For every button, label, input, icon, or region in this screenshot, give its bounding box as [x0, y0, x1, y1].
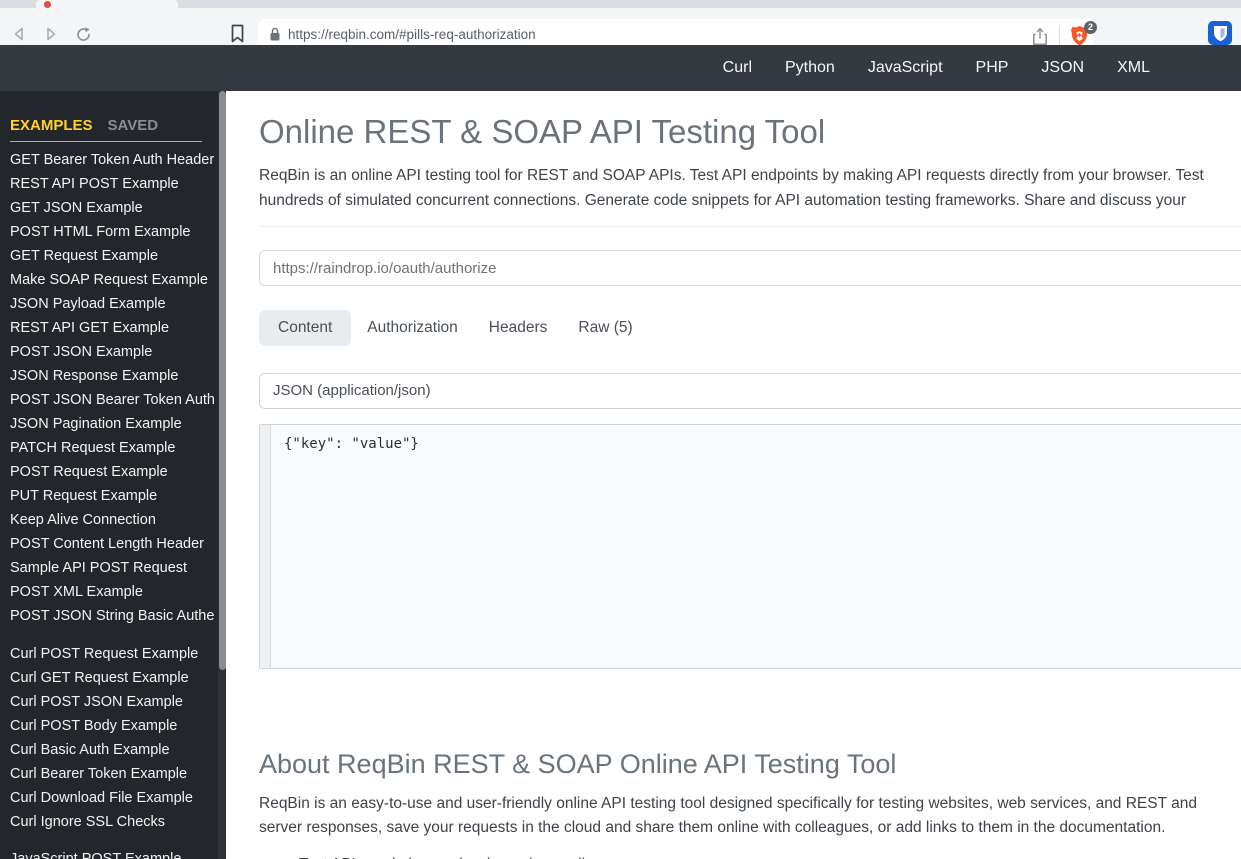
- sidebar-example-link[interactable]: JavaScript POST Example: [10, 847, 215, 859]
- share-icon: [1033, 27, 1047, 45]
- sidebar-example-link[interactable]: Sample API POST Request: [10, 556, 215, 580]
- sidebar-example-link[interactable]: JSON Payload Example: [10, 292, 215, 316]
- nav-link[interactable]: XML: [1117, 59, 1150, 77]
- sidebar-example-link[interactable]: REST API POST Example: [10, 172, 215, 196]
- sidebar-example-link[interactable]: PATCH Request Example: [10, 436, 215, 460]
- sidebar-example-link[interactable]: POST Content Length Header: [10, 532, 215, 556]
- intro-paragraph: ReqBin is an online API testing tool for…: [259, 163, 1241, 213]
- request-url-input[interactable]: [259, 250, 1241, 286]
- nav-link[interactable]: JSON: [1041, 59, 1084, 77]
- about-line: ReqBin is an easy-to-use and user-friend…: [259, 795, 1197, 812]
- forward-icon: [47, 27, 56, 41]
- intro-line: ReqBin is an online API testing tool for…: [259, 167, 1204, 184]
- examples-list-curl: Curl POST Request Example Curl GET Reques…: [10, 642, 215, 834]
- sidebar-example-link[interactable]: Curl POST Request Example: [10, 642, 215, 666]
- sidebar-example-link[interactable]: POST JSON Example: [10, 340, 215, 364]
- sidebar-example-link[interactable]: POST Request Example: [10, 460, 215, 484]
- sidebar-example-link[interactable]: Curl GET Request Example: [10, 666, 215, 690]
- sidebar-tabs: EXAMPLES SAVED: [10, 117, 158, 134]
- sidebar-scrollbar-thumb[interactable]: [219, 91, 226, 670]
- sidebar-example-link[interactable]: Curl POST Body Example: [10, 714, 215, 738]
- bitwarden-shield-icon: [1213, 25, 1227, 41]
- sidebar-example-link[interactable]: Curl POST JSON Example: [10, 690, 215, 714]
- back-button[interactable]: [6, 21, 32, 47]
- browser-active-tab[interactable]: [36, 0, 178, 8]
- request-tabs: Content Authorization Headers Raw (5): [259, 310, 1241, 346]
- about-line: server responses, save your requests in …: [259, 819, 1166, 836]
- feature-list: Test APIs, websites and web services onl…: [259, 854, 1241, 859]
- sidebar-example-link[interactable]: REST API GET Example: [10, 316, 215, 340]
- reload-icon: [76, 26, 90, 41]
- request-body-code[interactable]: {"key": "value"}: [284, 436, 419, 452]
- sidebar-example-link[interactable]: Curl Ignore SSL Checks: [10, 810, 215, 834]
- sidebar-divider: [10, 141, 202, 142]
- page-title: Online REST & SOAP API Testing Tool: [259, 113, 826, 150]
- sidebar-example-link[interactable]: Keep Alive Connection: [10, 508, 215, 532]
- sidebar-example-link[interactable]: PUT Request Example: [10, 484, 215, 508]
- main-content: Online REST & SOAP API Testing Tool ReqB…: [226, 91, 1241, 859]
- site-navbar: REQBIN CurlPythonJavaScriptPHPJSONXML: [0, 45, 1241, 127]
- intro-line: hundreds of simulated concurrent connect…: [259, 192, 1187, 209]
- main-nav: Curl Python JavaScript PHP JSON XML: [723, 45, 1150, 91]
- content-type-select[interactable]: JSON (application/json): [259, 373, 1241, 409]
- tab-content[interactable]: Content: [259, 310, 352, 346]
- sidebar-example-link[interactable]: JSON Pagination Example: [10, 412, 215, 436]
- tab-headers[interactable]: Headers: [474, 310, 563, 346]
- about-paragraph: ReqBin is an easy-to-use and user-friend…: [259, 792, 1241, 840]
- nav-link[interactable]: Python: [785, 59, 835, 77]
- tab-raw[interactable]: Raw (5): [563, 310, 647, 346]
- nav-link[interactable]: PHP: [976, 59, 1009, 77]
- sidebar-tab-examples[interactable]: EXAMPLES: [10, 117, 93, 134]
- sidebar: EXAMPLES SAVED GET Bearer Token Auth Hea…: [0, 91, 218, 859]
- sidebar-example-link[interactable]: Curl Bearer Token Example: [10, 762, 215, 786]
- examples-list-general: GET Bearer Token Auth Header REST API POS…: [10, 148, 215, 628]
- feature-list-item: Test APIs, websites and web services onl…: [299, 854, 1241, 859]
- sidebar-example-link[interactable]: POST XML Example: [10, 580, 215, 604]
- browser-tab-strip: [0, 0, 1241, 8]
- sidebar-example-link[interactable]: GET Bearer Token Auth Header: [10, 148, 215, 172]
- tab-favicon-icon: [44, 1, 51, 8]
- about-title: About ReqBin REST & SOAP Online API Test…: [259, 749, 897, 779]
- back-icon: [14, 27, 23, 41]
- content-divider: [259, 226, 1241, 227]
- sidebar-example-link[interactable]: Curl Basic Auth Example: [10, 738, 215, 762]
- tab-authorization[interactable]: Authorization: [352, 310, 472, 346]
- sidebar-tab-saved[interactable]: SAVED: [108, 117, 159, 134]
- sidebar-example-link[interactable]: POST HTML Form Example: [10, 220, 215, 244]
- sidebar-example-link[interactable]: GET JSON Example: [10, 196, 215, 220]
- bookmark-button[interactable]: [224, 20, 250, 46]
- sidebar-example-link[interactable]: POST JSON Bearer Token Auth: [10, 388, 215, 412]
- nav-link[interactable]: Curl: [723, 59, 752, 77]
- nav-link[interactable]: JavaScript: [868, 59, 943, 77]
- reload-button[interactable]: [70, 21, 96, 47]
- sidebar-example-link[interactable]: Curl Download File Example: [10, 786, 215, 810]
- forward-button[interactable]: [38, 21, 64, 47]
- sidebar-example-link[interactable]: Make SOAP Request Example: [10, 268, 215, 292]
- address-url-text: https://reqbin.com/#pills-req-authorizat…: [288, 27, 536, 42]
- lock-icon: [269, 27, 281, 42]
- brave-badge: 2: [1084, 21, 1097, 34]
- sidebar-example-link[interactable]: POST JSON String Basic Authen: [10, 604, 215, 628]
- examples-list-javascript: JavaScript POST Example: [10, 847, 215, 859]
- browser-toolbar: https://reqbin.com/#pills-req-authorizat…: [0, 8, 1241, 51]
- sidebar-example-link[interactable]: JSON Response Example: [10, 364, 215, 388]
- editor-gutter: [260, 425, 271, 668]
- bitwarden-extension-button[interactable]: [1208, 21, 1232, 45]
- request-body-editor[interactable]: {"key": "value"}: [259, 424, 1241, 669]
- bookmark-icon: [231, 24, 243, 42]
- toolbar-divider: [1059, 26, 1060, 45]
- sidebar-example-link[interactable]: GET Request Example: [10, 244, 215, 268]
